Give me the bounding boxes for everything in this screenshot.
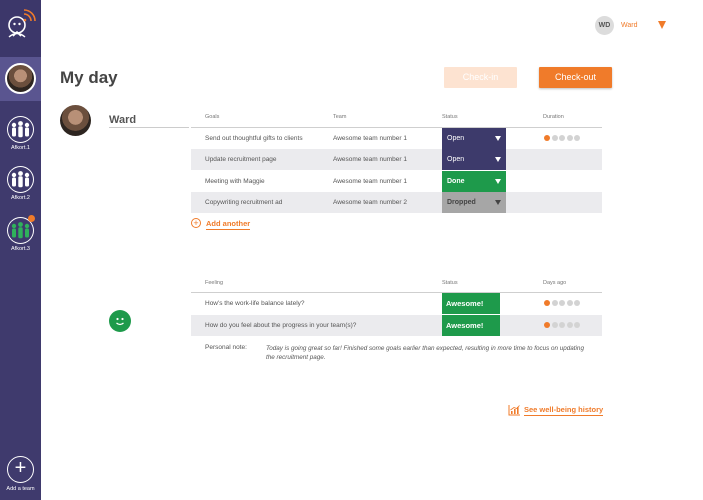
feeling-header: Feeling [205,280,224,286]
chart-icon [508,405,520,416]
person-avatar [60,105,91,136]
sidebar: Afkort.1 Afkort.2 Afkort.3 + Add a team [0,0,41,500]
team-group-icon [7,116,34,143]
goal-row: Copywriting recruitment ad Awesome team … [191,192,602,213]
check-out-button[interactable]: Check-out [539,67,612,88]
plus-circle-icon: + [191,218,201,228]
status-dropdown[interactable]: Open [442,149,506,170]
caret-down-icon [495,179,501,184]
team-header: Team [333,114,347,120]
avatar [5,63,36,94]
feeling-status[interactable]: Awesome! [442,293,500,314]
goal-team: Awesome team number 1 [333,135,407,142]
duration-dots [544,135,582,141]
status-dropdown[interactable]: Done [442,171,506,192]
add-team-label: Add a team [6,486,35,492]
status-header: Status [442,280,458,286]
team-label: Afkort.1 [11,145,30,151]
see-history-label: See well-being history [524,405,604,416]
check-in-button[interactable]: Check-in [444,67,517,88]
personal-note-label: Personal note: [205,344,247,351]
goal-text: Meeting with Maggie [205,178,265,185]
status-dropdown[interactable]: Dropped [442,192,506,213]
team-label: Afkort.3 [11,246,30,252]
feeling-row: How do you feel about the progress in yo… [191,315,602,336]
status-value: Done [447,178,465,185]
goals-header: Goals [205,114,220,120]
goal-row: Update recruitment page Awesome team num… [191,149,602,170]
team-group-icon [7,166,34,193]
status-dropdown[interactable]: Open [442,128,506,149]
goal-team: Awesome team number 1 [333,178,407,185]
goal-team: Awesome team number 2 [333,199,407,206]
goal-row: Send out thoughtful gifts to clients Awe… [191,128,602,149]
status-value: Open [447,156,465,163]
team-label: Afkort.2 [11,195,30,201]
add-another-label: Add another [206,219,251,230]
notification-dot [28,215,35,222]
logo[interactable] [0,0,41,57]
status-header: Status [442,114,458,120]
caret-down-icon [495,136,501,141]
sidebar-team-3[interactable]: Afkort.3 [0,215,41,265]
goal-row: Meeting with Maggie Awesome team number … [191,171,602,192]
sidebar-team-1[interactable]: Afkort.1 [0,116,41,164]
feeling-row: How's the work-life balance lately? Awes… [191,293,602,314]
feeling-question: How's the work-life balance lately? [205,300,305,307]
user-name[interactable]: Ward [621,22,637,29]
caret-down-icon [495,200,501,205]
status-value: Open [447,135,465,142]
page-title: My day [60,68,118,87]
feeling-status[interactable]: Awesome! [442,315,500,336]
goal-text: Update recruitment page [205,156,277,163]
goal-text: Send out thoughtful gifts to clients [205,135,303,142]
person-name: Ward [109,114,137,126]
add-team-button[interactable]: + Add a team [0,456,41,496]
plus-icon: + [7,456,34,483]
chevron-down-icon[interactable] [658,21,666,29]
goal-text: Copywriting recruitment ad [205,199,283,206]
divider [109,127,189,128]
status-value: Dropped [447,199,476,206]
goal-team: Awesome team number 1 [333,156,407,163]
caret-down-icon [495,157,501,162]
my-profile-item[interactable] [0,57,41,101]
duration-header: Duration [543,114,564,120]
days-ago-dots [544,322,582,328]
days-ago-dots [544,300,582,306]
user-initials-avatar[interactable]: WD [595,16,614,35]
smiley-icon [109,310,131,332]
sidebar-team-2[interactable]: Afkort.2 [0,166,41,214]
feeling-question: How do you feel about the progress in yo… [205,322,357,329]
app-logo-icon [8,9,36,38]
personal-note-text: Today is going great so far! Finished so… [266,345,584,361]
days-ago-header: Days ago [543,280,567,286]
